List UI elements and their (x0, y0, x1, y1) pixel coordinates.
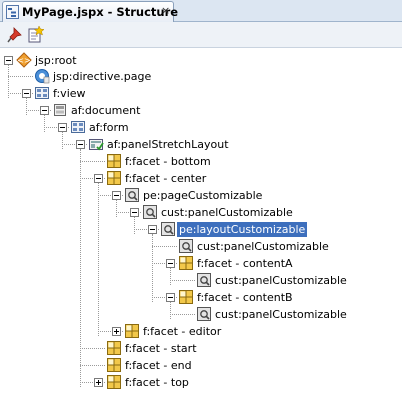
tree-node[interactable]: jsp:directive.page (0, 68, 402, 85)
structure-icon (6, 5, 19, 19)
tree-node[interactable]: cust:panelCustomizable (0, 272, 402, 289)
tab-title: MyPage.jspx - Structure (22, 5, 179, 19)
tree-node[interactable]: f:facet - editor (0, 323, 402, 340)
tree-node-label: f:facet - bottom (125, 155, 211, 168)
panel-layout-icon (88, 136, 104, 152)
collapse-icon[interactable] (112, 191, 121, 200)
tree-node-label: f:facet - editor (143, 325, 222, 338)
tree-node-label: pe:pageCustomizable (143, 189, 263, 202)
component-grid-icon (34, 85, 50, 101)
customizable-icon (178, 238, 194, 254)
tree-node-label: f:facet - end (125, 359, 192, 372)
tree-node-label: f:facet - center (125, 172, 207, 185)
facet-icon (106, 340, 122, 356)
tree-node-label: cust:panelCustomizable (161, 206, 293, 219)
tree-node[interactable]: <> jsp:root (0, 52, 402, 69)
tree-node[interactable]: f:facet - end (0, 357, 402, 374)
close-icon[interactable]: × (161, 4, 170, 17)
tree-node-label: f:facet - contentB (197, 291, 293, 304)
tree-node-label: af:form (89, 121, 129, 134)
tree-node[interactable]: f:facet - contentA (0, 255, 402, 272)
toolbar (0, 22, 402, 48)
tab-bar: MyPage.jspx - Structure × (0, 0, 402, 22)
tree-node[interactable]: af:form (0, 119, 402, 136)
facet-icon (106, 153, 122, 169)
tree-node-label: f:facet - start (125, 342, 197, 355)
tree-node[interactable]: cust:panelCustomizable (0, 238, 402, 255)
collapse-icon[interactable] (22, 89, 31, 98)
jsp-directive-icon (34, 68, 50, 84)
tree-node[interactable]: f:facet - contentB (0, 289, 402, 306)
customizable-icon (142, 204, 158, 220)
tree-node[interactable]: f:facet - center (0, 170, 402, 187)
tree-node[interactable]: f:facet - start (0, 340, 402, 357)
collapse-icon[interactable] (94, 174, 103, 183)
tree-node-label: cust:panelCustomizable (215, 274, 347, 287)
collapse-icon[interactable] (166, 259, 175, 268)
tree-node-label: af:document (71, 104, 141, 117)
customizable-icon (160, 221, 176, 237)
tree-node[interactable]: af:panelStretchLayout (0, 136, 402, 153)
new-item-icon[interactable] (26, 26, 44, 44)
svg-text:<>: <> (17, 56, 30, 65)
tree-node[interactable]: f:facet - top (0, 374, 402, 391)
facet-icon (106, 170, 122, 186)
tree-node[interactable]: f:view (0, 85, 402, 102)
tree-node[interactable]: af:document (0, 102, 402, 119)
xml-tag-icon: <> (16, 52, 32, 68)
tab-structure[interactable]: MyPage.jspx - Structure × (2, 1, 178, 22)
tree-node[interactable]: pe:layoutCustomizable (0, 221, 402, 238)
collapse-icon[interactable] (58, 123, 67, 132)
collapse-icon[interactable] (40, 106, 49, 115)
facet-icon (178, 255, 194, 271)
component-grid-icon (70, 119, 86, 135)
tree-node-label: f:facet - top (125, 376, 189, 389)
tree-node-label: af:panelStretchLayout (107, 138, 229, 151)
expand-icon[interactable] (94, 378, 103, 387)
tree-node-label: cust:panelCustomizable (215, 308, 347, 321)
document-icon (52, 102, 68, 118)
tree-node-label: pe:layoutCustomizable (177, 222, 308, 237)
tree-node-label: jsp:root (35, 54, 77, 67)
collapse-icon[interactable] (76, 140, 85, 149)
pin-icon[interactable] (6, 26, 24, 44)
collapse-icon[interactable] (130, 208, 139, 217)
collapse-icon[interactable] (148, 225, 157, 234)
customizable-icon (124, 187, 140, 203)
tree-node[interactable]: f:facet - bottom (0, 153, 402, 170)
facet-icon (106, 374, 122, 390)
tree-node-label: cust:panelCustomizable (197, 240, 329, 253)
facet-icon (106, 357, 122, 373)
customizable-icon (196, 306, 212, 322)
tree-node[interactable]: cust:panelCustomizable (0, 306, 402, 323)
collapse-icon[interactable] (4, 56, 13, 65)
collapse-icon[interactable] (166, 293, 175, 302)
tree-node-label: f:facet - contentA (197, 257, 293, 270)
tree-node-label: jsp:directive.page (53, 70, 152, 83)
facet-icon (124, 323, 140, 339)
tree-node-label: f:view (53, 87, 86, 100)
tree-node[interactable]: pe:pageCustomizable (0, 187, 402, 204)
structure-tree: <> jsp:root jsp:directive.page f:view af:doc… (0, 49, 402, 414)
facet-icon (178, 289, 194, 305)
tree-node[interactable]: cust:panelCustomizable (0, 204, 402, 221)
customizable-icon (196, 272, 212, 288)
expand-icon[interactable] (112, 327, 121, 336)
